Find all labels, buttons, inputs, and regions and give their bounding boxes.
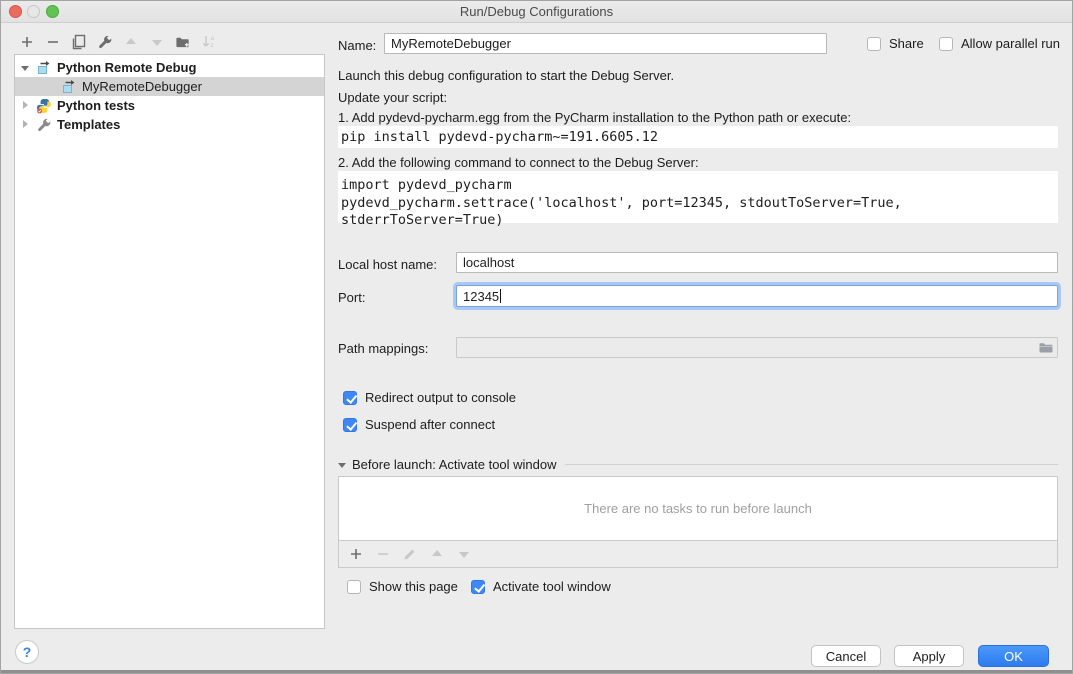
- port-input[interactable]: 12345: [456, 285, 1058, 307]
- local-host-label: Local host name:: [338, 257, 437, 272]
- local-host-input[interactable]: localhost: [456, 252, 1058, 273]
- tree-item-my-remote-debugger[interactable]: MyRemoteDebugger: [15, 77, 324, 96]
- edit-task-pencil-icon: [402, 546, 418, 562]
- remove-icon[interactable]: [45, 34, 61, 50]
- chevron-collapsed-icon[interactable]: [21, 120, 31, 130]
- help-question-mark: ?: [23, 644, 32, 660]
- pip-command-text: pip install pydevd-pycharm~=191.6605.12: [338, 126, 1058, 148]
- help-button[interactable]: ?: [15, 640, 39, 664]
- remote-debug-config-icon: [36, 60, 52, 76]
- tree-item-label: MyRemoteDebugger: [82, 79, 202, 94]
- show-this-page-row: Show this page: [347, 579, 458, 594]
- window-title: Run/Debug Configurations: [1, 1, 1072, 22]
- port-value: 12345: [463, 289, 499, 304]
- title-bar: Run/Debug Configurations: [1, 1, 1072, 23]
- share-label: Share: [889, 36, 924, 51]
- chevron-collapsed-icon[interactable]: [21, 101, 31, 111]
- allow-parallel-run-checkbox[interactable]: [939, 37, 953, 51]
- move-task-down-icon: [456, 546, 472, 562]
- before-launch-title: Before launch: Activate tool window: [352, 457, 557, 472]
- name-label: Name:: [338, 38, 376, 53]
- before-launch-collapse-icon[interactable]: [338, 460, 348, 470]
- code-line-1: import pydevd_pycharm: [341, 177, 1055, 195]
- apply-button[interactable]: Apply: [894, 645, 964, 667]
- settrace-code-block: import pydevd_pycharm pydevd_pycharm.set…: [338, 171, 1058, 223]
- intro-text: Launch this debug configuration to start…: [338, 68, 674, 83]
- show-this-page-checkbox[interactable]: [347, 580, 361, 594]
- show-this-page-label: Show this page: [369, 579, 458, 594]
- step2-text: 2. Add the following command to connect …: [338, 155, 699, 170]
- svg-text:a: a: [211, 35, 215, 42]
- before-launch-toolbar: [338, 541, 1058, 568]
- zoom-window-button[interactable]: [46, 5, 59, 18]
- cancel-button-label: Cancel: [826, 649, 866, 664]
- activate-tool-window-checkbox[interactable]: [471, 580, 485, 594]
- move-down-icon: [149, 34, 165, 50]
- move-task-up-icon: [429, 546, 445, 562]
- new-folder-icon[interactable]: [175, 34, 191, 50]
- window-bottom-edge: [1, 670, 1072, 673]
- share-checkbox-row: Share: [867, 36, 924, 51]
- add-task-icon[interactable]: [348, 546, 364, 562]
- minimize-window-button: [27, 5, 40, 18]
- chevron-expanded-icon[interactable]: [21, 63, 31, 73]
- tree-item-python-tests[interactable]: Python tests: [15, 96, 324, 115]
- tree-item-label: Python tests: [57, 98, 135, 113]
- empty-tasks-message: There are no tasks to run before launch: [584, 501, 812, 516]
- ok-button[interactable]: OK: [978, 645, 1049, 667]
- tree-item-label: Python Remote Debug: [57, 60, 196, 75]
- add-icon[interactable]: [19, 34, 35, 50]
- allow-parallel-run-label: Allow parallel run: [961, 36, 1060, 51]
- suspend-after-connect-row: Suspend after connect: [343, 417, 495, 432]
- update-script-text: Update your script:: [338, 90, 447, 105]
- move-up-icon: [123, 34, 139, 50]
- name-value: MyRemoteDebugger: [391, 36, 511, 51]
- allow-parallel-run-checkbox-row: Allow parallel run: [939, 36, 1060, 51]
- redirect-output-label: Redirect output to console: [365, 390, 516, 405]
- port-label: Port:: [338, 290, 365, 305]
- remote-debug-config-icon: [61, 79, 77, 95]
- remove-task-icon: [375, 546, 391, 562]
- apply-button-label: Apply: [913, 649, 946, 664]
- text-caret: [500, 289, 501, 303]
- ok-button-label: OK: [1004, 649, 1023, 664]
- run-debug-configurations-dialog: Run/Debug Configurations az: [0, 0, 1073, 674]
- code-line-2: pydevd_pycharm.settrace('localhost', por…: [341, 195, 1055, 230]
- header-divider: [565, 464, 1058, 465]
- step1-text: 1. Add pydevd-pycharm.egg from the PyCha…: [338, 110, 851, 125]
- tree-item-label: Templates: [57, 117, 120, 132]
- activate-tool-window-row: Activate tool window: [471, 579, 611, 594]
- suspend-after-connect-label: Suspend after connect: [365, 417, 495, 432]
- path-mappings-input[interactable]: [456, 337, 1058, 358]
- before-launch-header: Before launch: Activate tool window: [338, 457, 1058, 472]
- python-tests-icon: [36, 98, 52, 114]
- local-host-value: localhost: [463, 255, 514, 270]
- browse-folder-icon[interactable]: [1038, 340, 1054, 356]
- redirect-output-checkbox[interactable]: [343, 391, 357, 405]
- svg-text:z: z: [211, 42, 214, 49]
- tree-item-python-remote-debug[interactable]: Python Remote Debug: [15, 58, 324, 77]
- copy-icon[interactable]: [71, 34, 87, 50]
- sort-alphabetically-icon: az: [201, 34, 217, 50]
- path-mappings-label: Path mappings:: [338, 341, 428, 356]
- tree-item-templates[interactable]: Templates: [15, 115, 324, 134]
- configurations-tree: Python Remote Debug MyRemoteDebugger Pyt…: [14, 54, 325, 629]
- templates-wrench-icon: [36, 117, 52, 133]
- before-launch-task-list[interactable]: There are no tasks to run before launch: [338, 476, 1058, 541]
- cancel-button[interactable]: Cancel: [811, 645, 881, 667]
- close-window-button[interactable]: [9, 5, 22, 18]
- name-input[interactable]: MyRemoteDebugger: [384, 33, 827, 54]
- share-checkbox[interactable]: [867, 37, 881, 51]
- activate-tool-window-label: Activate tool window: [493, 579, 611, 594]
- redirect-output-row: Redirect output to console: [343, 390, 516, 405]
- suspend-after-connect-checkbox[interactable]: [343, 418, 357, 432]
- edit-defaults-wrench-icon[interactable]: [97, 34, 113, 50]
- configurations-toolbar: az: [19, 34, 217, 50]
